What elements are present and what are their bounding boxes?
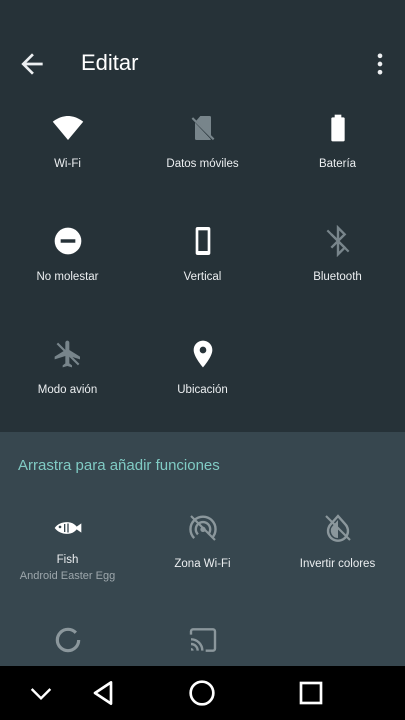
section-header: Arrastra para añadir funciones [18,457,220,474]
tile-label: Bluetooth [313,271,362,283]
wifi-icon [52,116,83,140]
back-nav-icon[interactable] [87,677,119,709]
bluetooth-off-icon [326,225,349,257]
tile-mobile-data[interactable]: Datos móviles [135,112,270,170]
phone-portrait-icon [195,227,210,255]
data-saver-icon [55,627,80,653]
home-nav-icon[interactable] [186,677,218,709]
fish-icon [54,522,81,534]
tile-data-saver[interactable] [0,624,135,656]
airplane-icon [54,340,80,368]
page-title: Editar [81,50,139,75]
cast-icon [189,628,216,652]
invert-colors-icon [324,514,351,542]
navigation-bar [0,666,405,720]
battery-icon [330,114,345,142]
tile-fish[interactable]: Fish Android Easter Egg [0,512,135,582]
tile-label: No molestar [36,271,99,283]
back-arrow-icon[interactable] [16,48,48,80]
tile-bluetooth[interactable]: Bluetooth [270,225,405,283]
tile-orientation[interactable]: Vertical [135,225,270,283]
active-tiles-grid: Wi-Fi Datos móviles Batería No molestar … [0,96,405,432]
tile-label: Wi-Fi [54,158,81,170]
tile-do-not-disturb[interactable]: No molestar [0,225,135,283]
tile-location[interactable]: Ubicación [135,338,270,396]
tile-label: Invertir colores [299,558,376,570]
tile-label: Zona Wi-Fi [174,558,231,570]
tile-sublabel: Android Easter Egg [19,570,116,582]
tile-wifi[interactable]: Wi-Fi [0,112,135,170]
tile-invert-colors[interactable]: Invertir colores [270,512,405,570]
chevron-down-icon[interactable] [25,677,57,709]
location-pin-icon [193,340,212,368]
tile-hotspot[interactable]: Zona Wi-Fi [135,512,270,570]
tile-label: Ubicación [177,384,228,396]
tile-label: Vertical [183,271,222,283]
tile-battery[interactable]: Batería [270,112,405,170]
tile-airplane-mode[interactable]: Modo avión [0,338,135,396]
tile-label: Fish [56,554,79,566]
tile-label: Batería [318,158,357,170]
do-not-disturb-icon [54,227,81,255]
recents-nav-icon[interactable] [295,677,327,709]
available-tiles-section: Arrastra para añadir funciones Fish Andr… [0,432,405,666]
hotspot-icon [188,515,217,541]
tile-cast[interactable] [135,624,270,656]
tile-label: Modo avión [37,384,98,396]
tile-label: Datos móviles [166,158,239,170]
mobile-data-off-icon [191,116,214,141]
more-options-icon[interactable] [366,48,394,80]
